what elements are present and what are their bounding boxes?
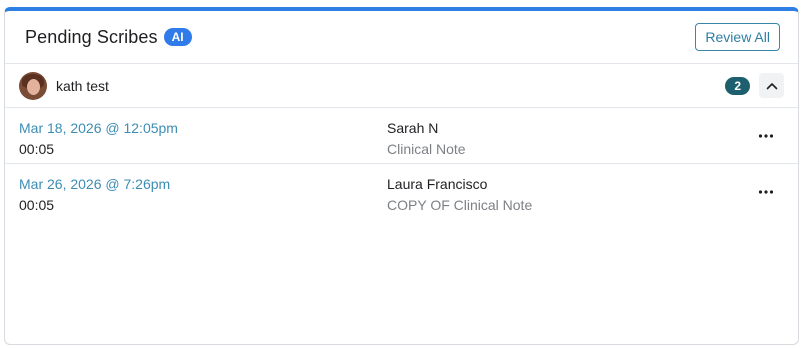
review-all-button[interactable]: Review All: [695, 23, 780, 51]
scribe-row[interactable]: Mar 18, 2026 @ 12:05pm 00:05 Sarah N Cli…: [5, 108, 798, 164]
card-title: Pending Scribes: [25, 26, 158, 47]
user-group-header[interactable]: kath test 2: [5, 64, 798, 108]
pending-scribes-card: Pending Scribes AI Review All kath test …: [4, 7, 799, 345]
ai-badge: AI: [163, 28, 192, 46]
user-group-info: kath test: [19, 71, 109, 100]
title-group: Pending Scribes AI: [25, 27, 192, 48]
scribe-author: Laura Francisco: [387, 176, 488, 192]
user-name: kath test: [56, 77, 109, 94]
scribe-count-badge: 2: [725, 76, 750, 95]
row-menu-button[interactable]: [756, 182, 776, 202]
more-horizontal-icon: [758, 190, 774, 194]
scribe-date-link[interactable]: Mar 26, 2026 @ 7:26pm: [19, 175, 170, 193]
scribe-row[interactable]: Mar 26, 2026 @ 7:26pm 00:05 Laura Franci…: [5, 164, 798, 220]
scribe-note-type: COPY OF Clinical Note: [387, 197, 533, 213]
avatar: [19, 71, 47, 100]
card-header: Pending Scribes AI Review All: [5, 11, 798, 64]
scribe-duration: 00:05: [19, 197, 55, 213]
user-group-controls: 2: [725, 73, 784, 98]
scribe-date-column: Mar 26, 2026 @ 7:26pm 00:05: [19, 175, 170, 214]
collapse-button[interactable]: [759, 73, 784, 98]
scribe-duration: 00:05: [19, 141, 55, 157]
scribe-info-column: Laura Francisco COPY OF Clinical Note: [387, 175, 532, 214]
row-menu-button[interactable]: [756, 126, 776, 146]
scribe-info-column: Sarah N Clinical Note: [387, 119, 466, 158]
more-horizontal-icon: [758, 134, 774, 138]
chevron-up-icon: [766, 82, 777, 89]
scribe-author: Sarah N: [387, 120, 439, 136]
scribe-date-link[interactable]: Mar 18, 2026 @ 12:05pm: [19, 119, 178, 137]
scribe-date-column: Mar 18, 2026 @ 12:05pm 00:05: [19, 119, 178, 158]
scribe-note-type: Clinical Note: [387, 141, 466, 157]
